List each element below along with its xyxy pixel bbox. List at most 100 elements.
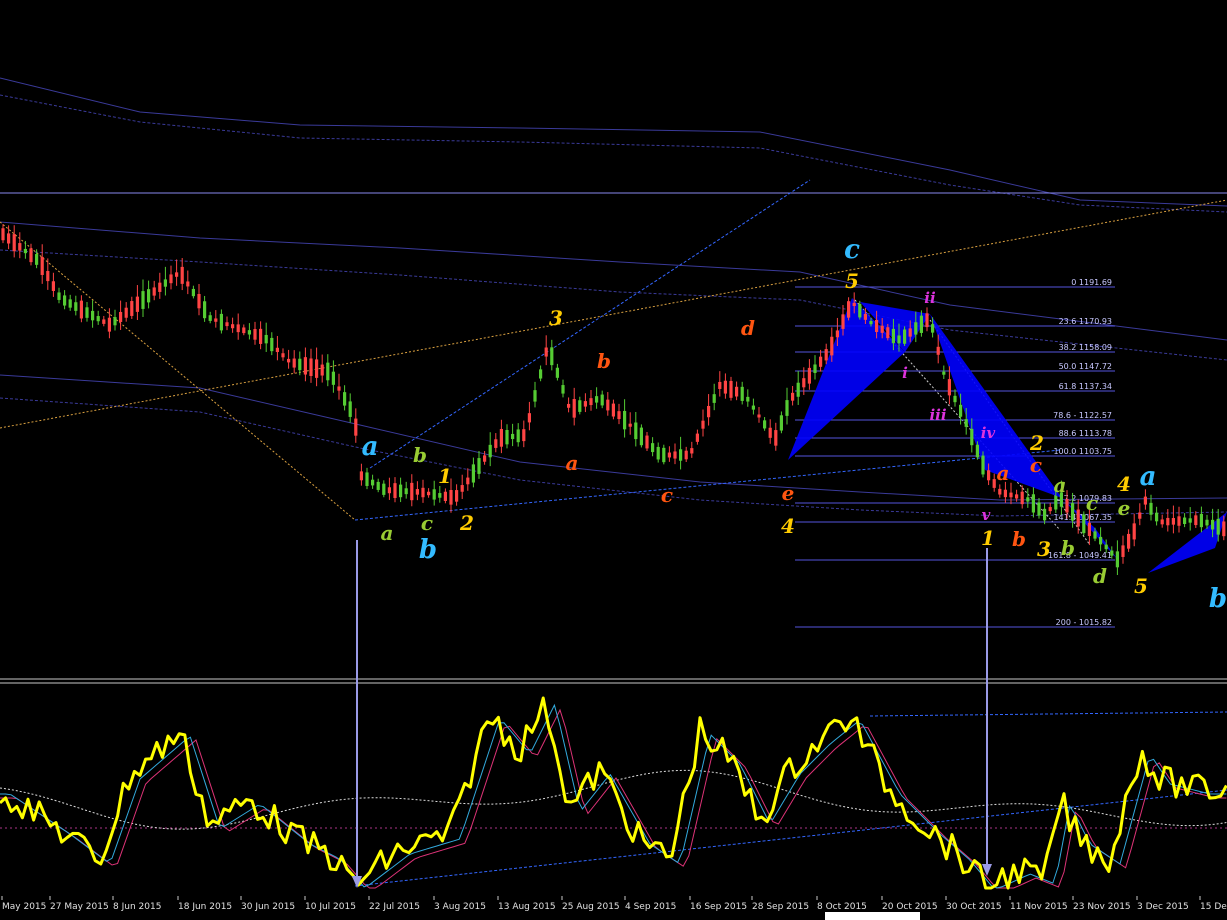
- wave-label: ii: [924, 289, 936, 307]
- candle-body: [135, 296, 139, 312]
- candle-body: [847, 301, 851, 318]
- candle-body: [275, 347, 279, 353]
- candle-body: [763, 420, 767, 429]
- candle-body: [712, 394, 716, 403]
- axis-highlight: [825, 912, 920, 920]
- candle-body: [219, 313, 223, 331]
- candle-body: [141, 291, 145, 309]
- candle-body: [68, 299, 72, 308]
- candle-body: [169, 274, 173, 284]
- candle-body: [1171, 518, 1175, 525]
- wave-label: 1: [438, 464, 452, 488]
- candle-body: [695, 433, 699, 442]
- candle-body: [208, 315, 212, 321]
- date-label: 13 Aug 2015: [498, 902, 556, 912]
- candle-body: [393, 483, 397, 498]
- wave-label: b: [1061, 536, 1075, 560]
- candle-body: [970, 428, 974, 446]
- candle-body: [964, 419, 968, 427]
- wave-label: 5: [845, 269, 859, 293]
- candle-body: [320, 364, 324, 376]
- wave-label: 4: [781, 514, 795, 538]
- candle-body: [309, 358, 313, 377]
- candle-body: [163, 279, 167, 287]
- candle-body: [555, 367, 559, 378]
- candle-body: [1166, 517, 1170, 526]
- candle-body: [505, 429, 509, 445]
- candle-body: [382, 483, 386, 495]
- wave-label: c: [844, 235, 860, 265]
- candle-body: [936, 346, 940, 355]
- wave-label: 2: [1029, 431, 1044, 455]
- candle-body: [180, 266, 184, 284]
- candle-body: [679, 449, 683, 461]
- candle-body: [757, 414, 761, 418]
- candle-body: [684, 450, 688, 460]
- date-label: 20 Oct 2015: [882, 902, 938, 912]
- candle-body: [527, 413, 531, 423]
- candle-body: [1054, 496, 1058, 510]
- candle-body: [326, 362, 330, 381]
- date-label: 11 Nov 2015: [1010, 902, 1068, 912]
- candle-body: [959, 404, 963, 417]
- wave-label: d: [741, 316, 755, 340]
- candle-body: [1026, 497, 1030, 502]
- candle-body: [7, 233, 11, 244]
- candle-body: [242, 327, 246, 334]
- candle-body: [483, 455, 487, 462]
- candle-body: [1177, 516, 1181, 526]
- candle-body: [1211, 519, 1215, 530]
- candle-body: [852, 302, 856, 307]
- wave-label: 5: [1134, 574, 1148, 598]
- candle-body: [723, 380, 727, 394]
- wave-label: c: [661, 483, 673, 507]
- candle-body: [903, 329, 907, 344]
- candle-body: [1199, 513, 1203, 528]
- candle-body: [875, 319, 879, 332]
- candle-body: [494, 439, 498, 448]
- candle-body: [561, 385, 565, 394]
- date-label: 10 Jul 2015: [305, 902, 356, 912]
- candle-body: [701, 420, 705, 429]
- candle-body: [421, 487, 425, 498]
- wave-label: a: [1054, 473, 1067, 497]
- candle-body: [1143, 496, 1147, 505]
- price-chart[interactable]: 0 1191.69 23.6 1170.93 38.2 1158.09 50.0 11…: [0, 0, 1227, 920]
- candle-body: [908, 328, 912, 337]
- candle-body: [774, 430, 778, 446]
- candle-body: [746, 396, 750, 402]
- candle-body: [438, 493, 442, 498]
- candle-body: [1127, 533, 1131, 549]
- candle-body: [264, 334, 268, 344]
- candle-body: [158, 282, 162, 292]
- candle-body: [707, 405, 711, 418]
- candle-body: [779, 415, 783, 431]
- candle-body: [91, 310, 95, 321]
- wave-label: v: [982, 506, 991, 524]
- candle-body: [259, 328, 263, 344]
- candle-body: [791, 392, 795, 401]
- candle-body: [533, 390, 537, 402]
- candle-body: [331, 371, 335, 385]
- candle-body: [807, 367, 811, 384]
- date-label: 30 Jun 2015: [241, 902, 295, 912]
- candle-body: [589, 398, 593, 406]
- candle-body: [1155, 512, 1159, 522]
- date-label: 27 May 2015: [50, 902, 109, 912]
- candle-body: [802, 378, 806, 388]
- candle-body: [1082, 514, 1086, 534]
- wave-label: c: [1030, 453, 1042, 477]
- wave-label: c: [421, 511, 433, 535]
- wave-label: i: [902, 364, 908, 382]
- candle-body: [124, 307, 128, 318]
- candle-body: [253, 329, 257, 340]
- wave-label: b: [413, 443, 427, 467]
- candle-body: [376, 481, 380, 490]
- candle-body: [729, 380, 733, 398]
- wave-label: 3: [1037, 537, 1051, 561]
- candle-body: [830, 336, 834, 356]
- candle-body: [891, 328, 895, 344]
- candle-body: [880, 325, 884, 333]
- date-label: 22 Jul 2015: [369, 902, 420, 912]
- candle-body: [819, 356, 823, 367]
